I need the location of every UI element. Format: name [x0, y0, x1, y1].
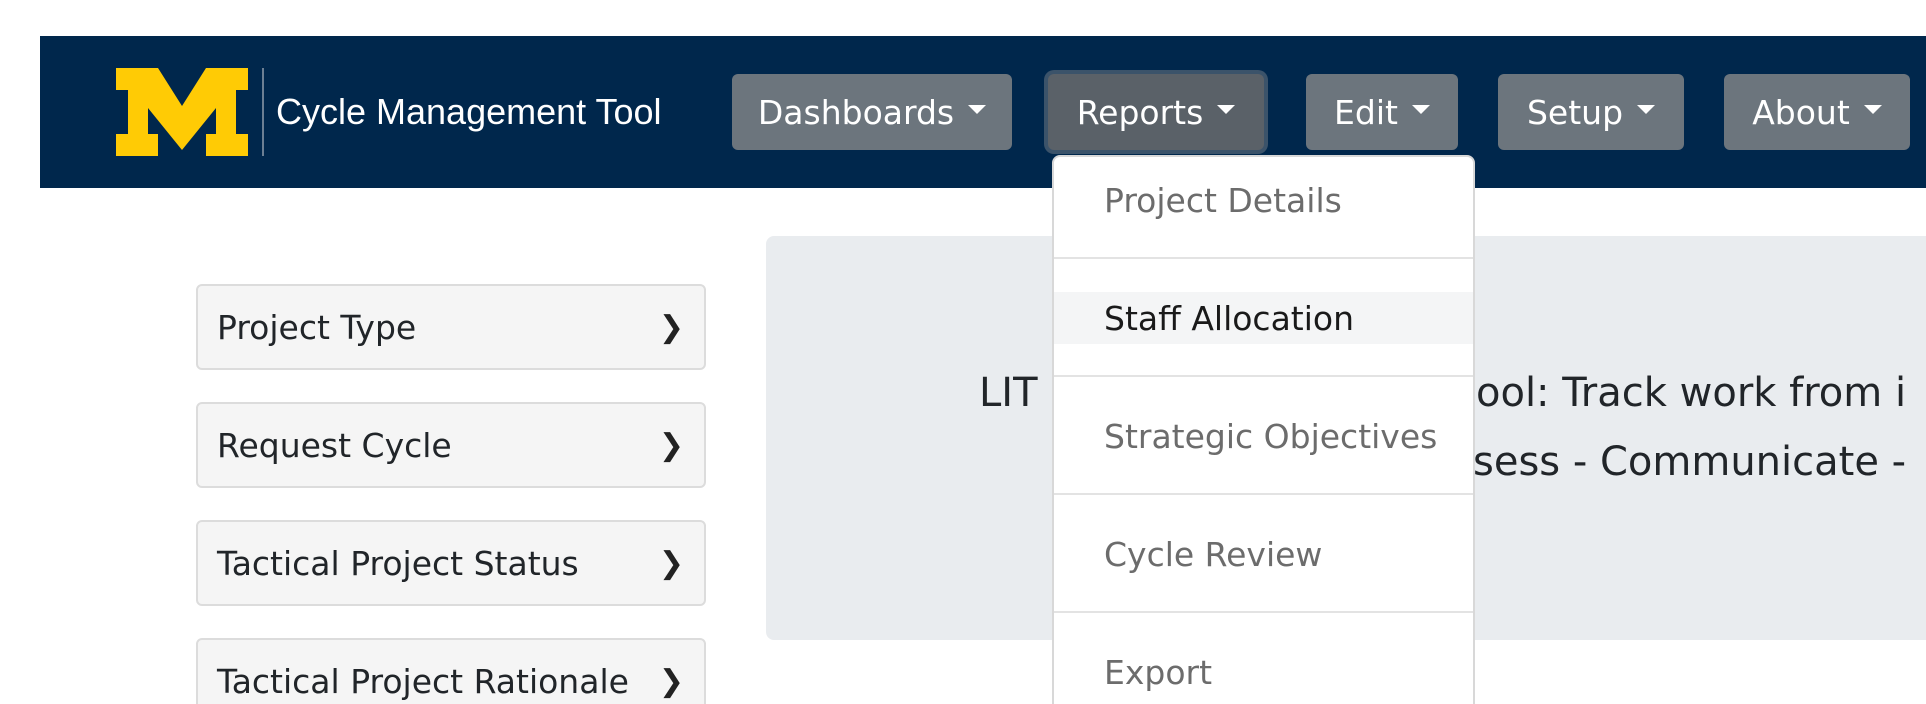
navbar: Cycle Management Tool Dashboards Reports… — [40, 36, 1926, 188]
menu-item-label: Staff Allocation — [1104, 298, 1355, 338]
menu-item-strategic-objectives[interactable]: Strategic Objectives — [1054, 410, 1473, 462]
reports-dropdown-button[interactable]: Reports — [1048, 74, 1264, 150]
menu-divider — [1054, 375, 1473, 377]
menu-divider — [1054, 493, 1473, 495]
intro-text-line2-end: sess - Communicate - — [1473, 439, 1907, 485]
caret-down-icon — [968, 104, 987, 114]
dashboards-dropdown-button[interactable]: Dashboards — [732, 74, 1012, 150]
accordion-label: Tactical Project Rationale — [217, 661, 629, 701]
menu-item-project-details[interactable]: Project Details — [1054, 174, 1473, 226]
caret-down-icon — [1217, 104, 1236, 114]
accordion-label: Tactical Project Status — [217, 543, 579, 583]
about-label: About — [1752, 92, 1850, 132]
menu-item-label: Project Details — [1104, 180, 1342, 220]
chevron-right-icon: ❯ — [658, 309, 684, 345]
intro-text-line1-start: LIT — [979, 370, 1038, 416]
caret-down-icon — [1637, 104, 1656, 114]
setup-label: Setup — [1526, 92, 1624, 132]
accordion-item-tactical-project-status[interactable]: Tactical Project Status ❯ — [196, 520, 706, 606]
menu-item-label: Strategic Objectives — [1104, 416, 1438, 456]
menu-item-export[interactable]: Export — [1054, 646, 1473, 698]
app-title: Cycle Management Tool — [276, 91, 662, 132]
brand-divider — [262, 68, 264, 156]
intro-text-line1-end: ool: Track work from i — [1476, 370, 1907, 416]
chevron-right-icon: ❯ — [658, 427, 684, 463]
about-dropdown-button[interactable]: About — [1724, 74, 1910, 150]
chevron-right-icon: ❯ — [658, 545, 684, 581]
menu-item-label: Export — [1104, 652, 1213, 692]
page: Cycle Management Tool Dashboards Reports… — [0, 0, 1926, 704]
menu-item-cycle-review[interactable]: Cycle Review — [1054, 528, 1473, 580]
accordion-item-project-type[interactable]: Project Type ❯ — [196, 284, 706, 370]
caret-down-icon — [1863, 104, 1882, 114]
accordion-item-request-cycle[interactable]: Request Cycle ❯ — [196, 402, 706, 488]
dashboards-label: Dashboards — [757, 92, 955, 132]
caret-down-icon — [1411, 104, 1430, 114]
accordion-label: Project Type — [217, 307, 417, 347]
setup-dropdown-button[interactable]: Setup — [1498, 74, 1684, 150]
edit-label: Edit — [1334, 92, 1398, 132]
edit-dropdown-button[interactable]: Edit — [1306, 74, 1458, 150]
chevron-right-icon: ❯ — [658, 663, 684, 699]
block-m-logo — [116, 68, 248, 156]
menu-divider — [1054, 611, 1473, 613]
menu-item-label: Cycle Review — [1104, 534, 1323, 574]
accordion-item-tactical-project-rationale[interactable]: Tactical Project Rationale ❯ — [196, 638, 706, 704]
menu-divider — [1054, 257, 1473, 259]
reports-label: Reports — [1076, 92, 1204, 132]
accordion-label: Request Cycle — [217, 425, 452, 465]
brand[interactable]: Cycle Management Tool — [112, 58, 662, 166]
reports-dropdown-menu: Project Details Staff Allocation Strateg… — [1052, 155, 1475, 704]
menu-item-staff-allocation[interactable]: Staff Allocation — [1054, 292, 1473, 344]
